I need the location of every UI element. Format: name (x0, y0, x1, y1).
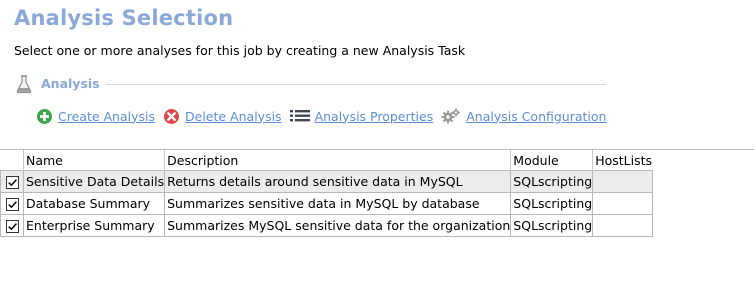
grid-header-row: Name Description Module HostLists (1, 150, 653, 171)
checkbox-column-header[interactable] (1, 150, 24, 171)
analysis-grid: Name Description Module HostLists Sensit… (0, 150, 653, 237)
checkmark-icon (7, 179, 17, 187)
row-checkbox[interactable] (5, 176, 19, 189)
row-description: Summarizes MySQL sensitive data for the … (164, 214, 512, 237)
row-module: SQLscripting (510, 192, 594, 215)
row-hostlists (592, 192, 653, 215)
delete-analysis-button[interactable]: Delete Analysis (163, 108, 282, 125)
delete-analysis-label[interactable]: Delete Analysis (185, 109, 282, 124)
row-checkbox-cell[interactable] (0, 192, 24, 215)
flask-icon (16, 74, 32, 94)
column-header-description[interactable]: Description (164, 150, 511, 171)
gears-icon (441, 107, 461, 123)
row-checkbox-cell[interactable] (0, 170, 24, 193)
analysis-toolbar: Create Analysis Delete Analysis Analysis… (36, 106, 614, 126)
row-name: Database Summary (22, 192, 166, 215)
row-name: Sensitive Data Details (22, 170, 166, 193)
delete-circle-icon (164, 108, 180, 124)
section-title: Analysis (41, 76, 100, 91)
table-row[interactable]: Sensitive Data Details Returns details a… (0, 170, 653, 193)
list-icon (289, 109, 310, 121)
analysis-selection-page: Analysis Selection Select one or more an… (0, 0, 754, 286)
column-header-module[interactable]: Module (510, 150, 593, 171)
create-analysis-button[interactable]: Create Analysis (36, 108, 155, 125)
plus-circle-icon (37, 108, 52, 124)
row-description: Returns details around sensitive data in… (164, 170, 512, 193)
row-module: SQLscripting (510, 214, 594, 237)
analysis-properties-label[interactable]: Analysis Properties (315, 109, 434, 124)
row-checkbox[interactable] (5, 198, 19, 211)
analysis-configuration-label[interactable]: Analysis Configuration (466, 109, 606, 124)
column-header-hostlists[interactable]: HostLists (592, 150, 653, 171)
table-row[interactable]: Database Summary Summarizes sensitive da… (0, 192, 653, 215)
checkmark-icon (7, 201, 17, 209)
analysis-properties-button[interactable]: Analysis Properties (289, 108, 434, 125)
create-analysis-label[interactable]: Create Analysis (58, 109, 155, 124)
row-hostlists (592, 170, 653, 193)
page-subtitle: Select one or more analyses for this job… (14, 43, 466, 58)
page-title: Analysis Selection (14, 6, 234, 30)
row-module: SQLscripting (510, 170, 594, 193)
analysis-section-header: Analysis (16, 74, 606, 94)
row-checkbox[interactable] (5, 220, 19, 233)
row-description: Summarizes sensitive data in MySQL by da… (164, 192, 512, 215)
analysis-configuration-button[interactable]: Analysis Configuration (441, 107, 606, 125)
section-divider (106, 84, 606, 85)
checkmark-icon (7, 223, 17, 231)
row-checkbox-cell[interactable] (0, 214, 24, 237)
row-hostlists (592, 214, 653, 237)
table-row[interactable]: Enterprise Summary Summarizes MySQL sens… (0, 214, 653, 237)
column-header-name[interactable]: Name (22, 150, 165, 171)
row-name: Enterprise Summary (22, 214, 166, 237)
